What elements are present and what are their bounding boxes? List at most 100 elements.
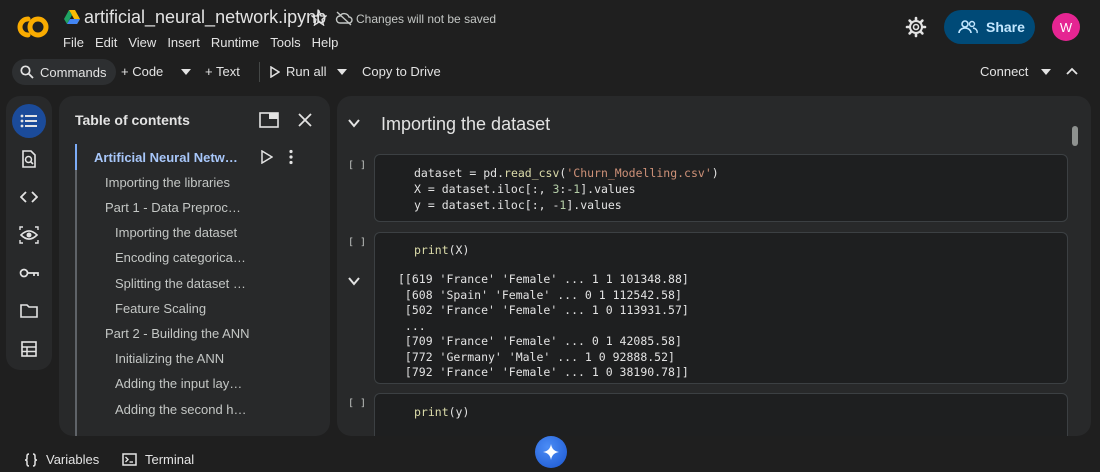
toc-item-second-hidden[interactable]: Adding the second hidden layer <box>115 402 248 417</box>
copy-to-drive-button[interactable]: Copy to Drive <box>362 64 441 79</box>
cell-output: [[619 'France' 'Female' ... 1 1 101348.8… <box>398 272 1067 381</box>
code-line: print(X) <box>414 243 470 257</box>
terminal-button[interactable]: Terminal <box>122 452 194 467</box>
code-line: X = dataset.iloc[:, 3:-1].values <box>414 182 636 196</box>
terminal-icon <box>122 453 137 466</box>
open-in-tab-icon[interactable] <box>259 112 279 128</box>
add-code-label: + Code <box>121 64 164 79</box>
toc-item-part2[interactable]: Part 2 - Building the ANN <box>105 326 265 341</box>
code-line: dataset = pd.read_csv('Churn_Modelling.c… <box>414 166 719 180</box>
play-icon[interactable] <box>261 150 273 164</box>
code-line: print(y) <box>414 405 470 419</box>
variables-inspector-button[interactable] <box>12 218 46 252</box>
share-button[interactable]: Share <box>944 10 1035 44</box>
left-rail <box>6 96 52 370</box>
chevron-down-icon[interactable] <box>337 69 347 75</box>
code-snippets-button[interactable] <box>12 180 46 214</box>
close-icon[interactable] <box>297 112 313 128</box>
menu-runtime[interactable]: Runtime <box>211 35 259 50</box>
avatar[interactable]: W <box>1052 13 1080 41</box>
toc-item-artificial-neural-network[interactable]: Artificial Neural Network <box>94 150 239 165</box>
header: artificial_neural_network.ipynb Changes … <box>0 0 1100 56</box>
notebook-title[interactable]: artificial_neural_network.ipynb <box>84 7 326 28</box>
colab-logo-icon[interactable] <box>14 13 50 41</box>
play-icon <box>270 65 280 78</box>
toc-panel: Table of contents Artificial Neural Netw… <box>59 96 330 436</box>
toc-item-splitting[interactable]: Splitting the dataset into the Training … <box>115 276 248 291</box>
output-line: [608 'Spain' 'Female' ... 0 1 112542.58] <box>398 287 682 302</box>
code-cell[interactable]: dataset = pd.read_csv('Churn_Modelling.c… <box>374 154 1068 222</box>
scrollbar[interactable] <box>1072 126 1078 146</box>
connect-button[interactable]: Connect <box>980 64 1028 79</box>
chevron-down-icon[interactable] <box>1041 69 1051 75</box>
toc-active-indicator <box>75 144 77 170</box>
run-all-label: Run all <box>286 64 327 79</box>
code-cell[interactable]: print(X) [[619 'France' 'Female' ... 1 1… <box>374 232 1068 384</box>
sparkle-icon <box>543 444 559 460</box>
table-icon <box>21 341 37 357</box>
menu-help[interactable]: Help <box>312 35 339 50</box>
toc-title: Table of contents <box>75 112 190 128</box>
menu-view[interactable]: View <box>128 35 156 50</box>
toc-item-part1[interactable]: Part 1 - Data Preprocessing <box>105 200 247 215</box>
toc-item-importing-dataset[interactable]: Importing the dataset <box>115 225 265 240</box>
code-snippets-icon <box>20 191 38 203</box>
variables-button[interactable]: Variables <box>24 452 99 467</box>
chevron-down-icon[interactable] <box>347 116 361 130</box>
key-icon <box>19 268 39 278</box>
toc-guide-line <box>75 144 77 436</box>
gemini-button[interactable] <box>535 436 567 468</box>
find-button[interactable] <box>12 142 46 176</box>
unsaved-notice: Changes will not be saved <box>356 12 497 26</box>
run-cell-button[interactable]: [ ] <box>348 398 366 409</box>
data-table-button[interactable] <box>12 332 46 366</box>
code-cell[interactable]: print(y) <box>374 393 1068 436</box>
output-line: [772 'Germany' 'Male' ... 1 0 92888.52] <box>398 349 675 364</box>
files-button[interactable] <box>12 294 46 328</box>
commands-label: Commands <box>40 64 107 80</box>
toolbar-divider <box>259 62 260 82</box>
output-line: [709 'France' 'Female' ... 0 1 42085.58] <box>398 334 682 348</box>
commands-button[interactable]: Commands <box>12 59 117 85</box>
run-cell-button[interactable]: [ ] <box>348 160 366 171</box>
toc-item-initializing[interactable]: Initializing the ANN <box>115 351 265 366</box>
google-drive-icon[interactable] <box>64 10 80 24</box>
folder-icon <box>20 304 38 318</box>
secrets-button[interactable] <box>12 256 46 290</box>
share-label: Share <box>986 19 1025 35</box>
menu-edit[interactable]: Edit <box>95 35 117 50</box>
braces-icon <box>24 452 38 467</box>
eye-icon <box>19 226 39 244</box>
output-line: ... <box>398 318 426 333</box>
toolbar: Commands + Code + Text Run all Copy to D… <box>0 56 1100 88</box>
menu-bar: File Edit View Insert Runtime Tools Help <box>63 35 349 50</box>
notebook-area: Importing the dataset [ ] dataset = pd.r… <box>337 96 1091 436</box>
add-code-button[interactable]: + Code <box>121 64 163 79</box>
menu-file[interactable]: File <box>63 35 84 50</box>
search-icon <box>20 65 34 79</box>
star-icon[interactable] <box>311 10 327 26</box>
find-icon <box>22 150 36 168</box>
toc-item-encoding[interactable]: Encoding categorical data <box>115 250 248 265</box>
toc-item-feature-scaling[interactable]: Feature Scaling <box>115 301 265 316</box>
toc-item-importing-libraries[interactable]: Importing the libraries <box>105 175 285 190</box>
cloud-off-icon <box>335 11 353 26</box>
chevron-up-icon[interactable] <box>1066 67 1078 75</box>
code-line: y = dataset.iloc[:, -1].values <box>414 198 622 212</box>
menu-tools[interactable]: Tools <box>270 35 300 50</box>
gear-icon[interactable] <box>905 16 927 38</box>
people-icon <box>958 20 978 34</box>
output-line: [[619 'France' 'Female' ... 1 1 101348.8… <box>398 272 689 286</box>
more-vert-icon[interactable] <box>287 149 295 165</box>
terminal-label: Terminal <box>145 452 195 467</box>
run-all-button[interactable]: Run all <box>270 64 326 79</box>
chevron-down-icon[interactable] <box>181 69 191 75</box>
variables-label: Variables <box>46 452 100 467</box>
toc-button[interactable] <box>12 104 46 138</box>
section-heading: Importing the dataset <box>381 114 551 134</box>
run-cell-button[interactable]: [ ] <box>348 237 366 248</box>
toc-item-input-layer[interactable]: Adding the input layer and the first hid… <box>115 376 248 391</box>
collapse-output-icon[interactable] <box>347 274 361 288</box>
add-text-button[interactable]: + Text <box>205 64 240 79</box>
menu-insert[interactable]: Insert <box>167 35 200 50</box>
